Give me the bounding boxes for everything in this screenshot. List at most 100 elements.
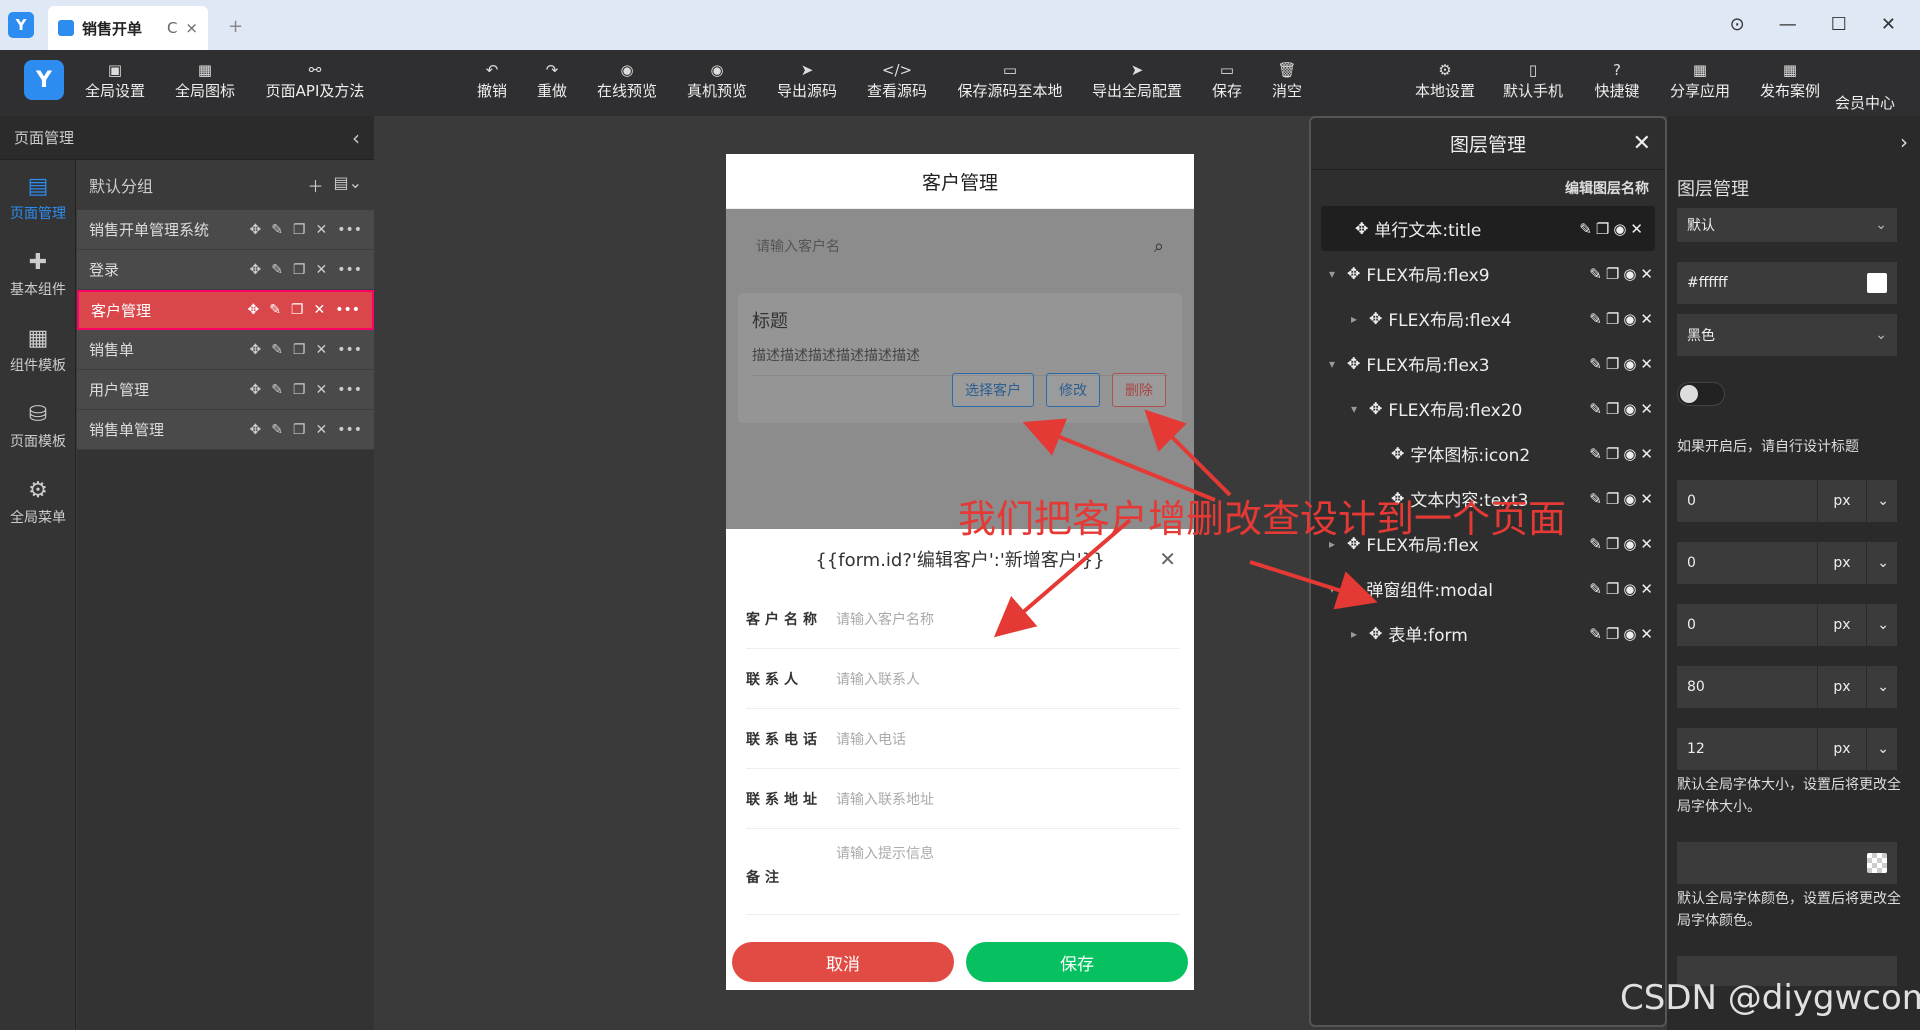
edit-icon[interactable]: ✎ [269, 302, 281, 318]
cancel-button[interactable]: 取消 [732, 942, 954, 982]
search-icon[interactable]: ⌕ [1154, 236, 1164, 257]
chevron-down-icon[interactable]: ⌄ [1877, 679, 1889, 695]
custom-title-toggle[interactable] [1677, 382, 1725, 406]
toolbar-button-18[interactable]: 会员中心 [1825, 72, 1905, 113]
twisty-icon[interactable]: ▾ [1323, 582, 1341, 596]
edit-icon[interactable]: ✎ [271, 422, 283, 438]
chevron-down-icon[interactable]: ⌄ [1877, 617, 1889, 633]
delete-icon[interactable]: ✕ [1630, 220, 1643, 238]
edit-icon[interactable]: ✎ [271, 342, 283, 358]
copy-icon[interactable]: ❐ [291, 302, 304, 318]
copy-icon[interactable]: ❐ [1606, 310, 1619, 328]
delete-icon[interactable]: ✕ [1640, 580, 1653, 598]
toolbar-button-15[interactable]: ? 快捷键 [1577, 60, 1657, 101]
close-icon[interactable]: × [185, 19, 198, 37]
toolbar-button-4[interactable]: ↷ 重做 [512, 60, 592, 101]
toolbar-button-9[interactable]: ▭ 保存源码至本地 [958, 60, 1063, 101]
layer-item[interactable]: ✥ 字体图标:icon2 ✎ ❐ ◉ ✕ [1311, 431, 1665, 476]
form-row[interactable]: 联系电话 请输入电话 [746, 709, 1180, 769]
delete-icon[interactable]: ✕ [1640, 265, 1653, 283]
move-icon[interactable]: ✥ [249, 422, 261, 438]
twisty-icon[interactable]: ▸ [1345, 312, 1363, 326]
eye-icon[interactable]: ◉ [1623, 535, 1636, 553]
text-color-select[interactable]: 黑色 ⌄ [1677, 314, 1897, 356]
edit-icon[interactable]: ✎ [1589, 355, 1602, 373]
page-item[interactable]: 销售开单管理系统 ✥ ✎ ❐ ✕ ••• [77, 210, 374, 250]
page-item[interactable]: 销售单管理 ✥ ✎ ❐ ✕ ••• [77, 410, 374, 450]
layer-item[interactable]: ▾ ✥ FLEX布局:flex9 ✎ ❐ ◉ ✕ [1311, 251, 1665, 296]
copy-icon[interactable]: ❐ [1606, 580, 1619, 598]
delete-icon[interactable]: ✕ [1640, 625, 1653, 643]
toolbar-button-10[interactable]: ➤ 导出全局配置 [1092, 60, 1182, 101]
toolbar-button-1[interactable]: ▦ 全局图标 [165, 60, 245, 101]
save-button[interactable]: 保存 [966, 942, 1188, 982]
edit-icon[interactable]: ✎ [1589, 265, 1602, 283]
layer-item[interactable]: ▾ ✥ FLEX布局:flex3 ✎ ❐ ◉ ✕ [1311, 341, 1665, 386]
edit-icon[interactable]: ✎ [271, 262, 283, 278]
layer-item[interactable]: ▾ ✥ FLEX布局:flex20 ✎ ❐ ◉ ✕ [1311, 386, 1665, 431]
edit-layer-name-button[interactable]: 编辑图层名称 [1311, 170, 1665, 206]
color-swatch[interactable] [1867, 273, 1887, 293]
move-icon[interactable]: ✥ [1355, 219, 1368, 238]
twisty-icon[interactable]: ▾ [1323, 267, 1341, 281]
number-field-1[interactable]: 0 px ⌄ [1677, 480, 1897, 522]
minimize-icon[interactable]: — [1779, 14, 1797, 35]
chevron-down-icon[interactable]: ⌄ [1877, 741, 1889, 757]
more-icon[interactable]: ••• [337, 382, 362, 398]
more-icon[interactable]: ••• [337, 222, 362, 238]
move-icon[interactable]: ✥ [1369, 309, 1382, 328]
page-item[interactable]: 客户管理 ✥ ✎ ❐ ✕ ••• [77, 290, 374, 330]
toolbar-button-14[interactable]: ▯ 默认手机 [1493, 60, 1573, 101]
toolbar-button-5[interactable]: ◉ 在线预览 [587, 60, 667, 101]
font-color-input[interactable] [1677, 842, 1897, 884]
menu-icon[interactable]: ▤⌄ [333, 173, 362, 197]
form-row[interactable]: 联系人 请输入联系人 [746, 649, 1180, 709]
layer-item[interactable]: ▸ ✥ FLEX布局:flex4 ✎ ❐ ◉ ✕ [1311, 296, 1665, 341]
delete-icon[interactable]: ✕ [315, 382, 327, 398]
style-select[interactable]: 默认 ⌄ [1677, 208, 1897, 242]
more-icon[interactable]: ••• [337, 422, 362, 438]
color-picker-icon[interactable] [1867, 853, 1887, 873]
twisty-icon[interactable]: ▾ [1345, 402, 1363, 416]
copy-icon[interactable]: ❐ [1606, 265, 1619, 283]
chevron-down-icon[interactable]: ⌄ [1877, 555, 1889, 571]
move-icon[interactable]: ✥ [1391, 444, 1404, 463]
delete-icon[interactable]: ✕ [1640, 400, 1653, 418]
layer-item[interactable]: ✥ 单行文本:title ✎ ❐ ◉ ✕ [1321, 206, 1655, 251]
rail-item-2[interactable]: ▦ 组件模板 [0, 312, 76, 388]
delete-icon[interactable]: ✕ [1640, 535, 1653, 553]
move-icon[interactable]: ✥ [249, 342, 261, 358]
delete-icon[interactable]: ✕ [313, 302, 325, 318]
move-icon[interactable]: ✥ [1347, 264, 1360, 283]
edit-icon[interactable]: ✎ [271, 382, 283, 398]
edit-icon[interactable]: ✎ [1589, 625, 1602, 643]
toolbar-button-7[interactable]: ➤ 导出源码 [767, 60, 847, 101]
move-icon[interactable]: ✥ [247, 302, 259, 318]
layer-item[interactable]: ▾ ✥ 弹窗组件:modal ✎ ❐ ◉ ✕ [1311, 566, 1665, 611]
edit-icon[interactable]: ✎ [1589, 400, 1602, 418]
font-size-field[interactable]: 12 px ⌄ [1677, 728, 1897, 770]
more-icon[interactable]: ••• [337, 262, 362, 278]
eye-icon[interactable]: ◉ [1623, 445, 1636, 463]
page-group[interactable]: 默认分组 ＋ ▤⌄ [77, 160, 374, 210]
more-icon[interactable]: ••• [335, 302, 360, 318]
layer-item[interactable]: ▸ ✥ 表单:form ✎ ❐ ◉ ✕ [1311, 611, 1665, 656]
copy-icon[interactable]: ❐ [1606, 445, 1619, 463]
move-icon[interactable]: ✥ [249, 222, 261, 238]
maximize-icon[interactable]: ☐ [1831, 14, 1847, 35]
eye-icon[interactable]: ◉ [1623, 310, 1636, 328]
chevron-down-icon[interactable]: ⌄ [1877, 493, 1889, 509]
page-item[interactable]: 用户管理 ✥ ✎ ❐ ✕ ••• [77, 370, 374, 410]
edit-icon[interactable]: ✎ [1589, 445, 1602, 463]
eye-icon[interactable]: ◉ [1623, 265, 1636, 283]
delete-icon[interactable]: ✕ [315, 222, 327, 238]
copy-icon[interactable]: ❐ [293, 262, 306, 278]
tab-sales[interactable]: 销售开单 C × [48, 6, 208, 50]
eye-icon[interactable]: ◉ [1623, 625, 1636, 643]
toolbar-button-17[interactable]: ▦ 发布案例 [1750, 60, 1830, 101]
move-icon[interactable]: ✥ [1369, 399, 1382, 418]
page-item[interactable]: 登录 ✥ ✎ ❐ ✕ ••• [77, 250, 374, 290]
copy-icon[interactable]: ❐ [293, 342, 306, 358]
delete-icon[interactable]: ✕ [315, 262, 327, 278]
copy-icon[interactable]: ❐ [1596, 220, 1609, 238]
